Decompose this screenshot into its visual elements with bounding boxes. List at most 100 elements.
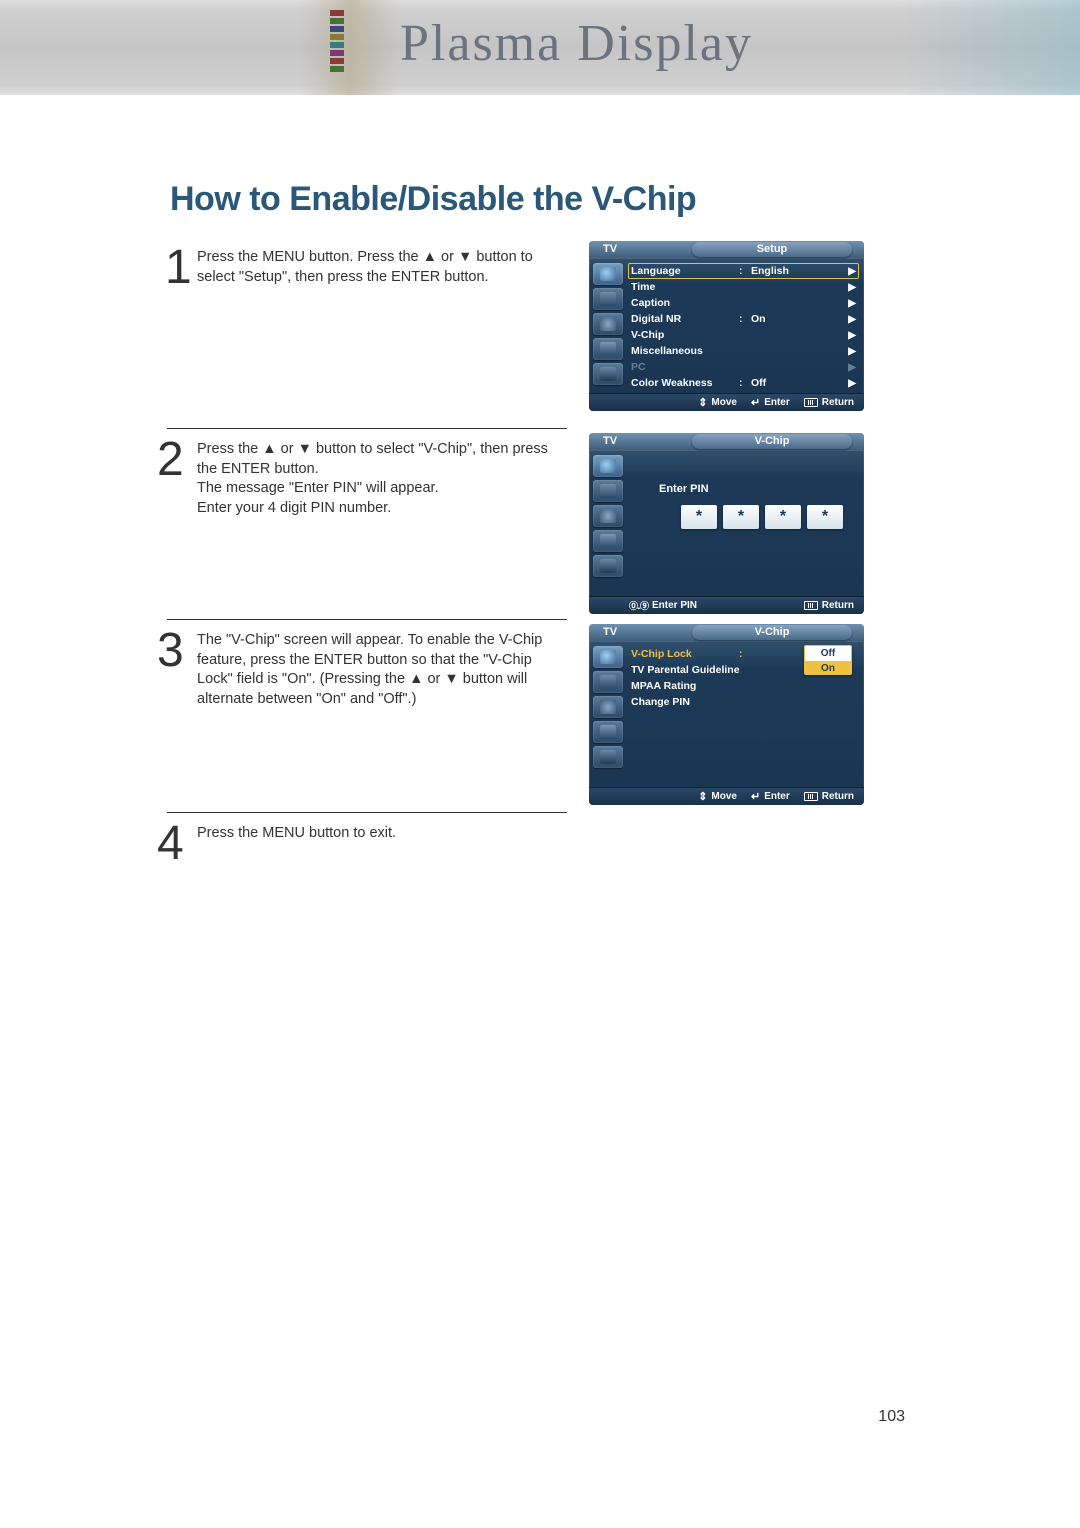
osd-row-colon: :	[739, 313, 751, 325]
osd-menu-row: PC▶	[631, 359, 856, 375]
osd-menu-row: V-Chip Lock:OffOn	[631, 646, 856, 662]
step-2-line-1: Press the ▲ or ▼ button to select "V-Chi…	[197, 440, 567, 479]
osd-menu-row: MPAA Rating	[631, 678, 856, 694]
rule-3	[167, 812, 567, 813]
osd-sidebar-icon	[593, 480, 623, 502]
osd-row-label: Caption	[631, 297, 739, 309]
osd-pin-footer: Enter PIN Return	[589, 596, 864, 614]
pin-digit: *	[723, 505, 759, 529]
osd-sidebar-icon	[593, 746, 623, 768]
caret-right-icon: ▶	[846, 266, 856, 277]
banner-accent-right	[900, 0, 1080, 95]
osd-menu-row: Miscellaneous ▶	[631, 343, 856, 359]
osd-enter-pin: TV V-Chip Enter PIN * * * * Enter PIN Re…	[589, 433, 864, 614]
enter-icon	[751, 790, 760, 803]
page-number: 103	[878, 1408, 905, 1426]
osd-sidebar-icon	[593, 555, 623, 577]
caret-right-icon: ▶	[846, 346, 856, 357]
osd-sidebar-icon	[593, 363, 623, 385]
step-2-number: 2	[157, 432, 184, 487]
pin-digit: *	[765, 505, 801, 529]
header-banner: Plasma Display	[0, 0, 1080, 95]
osd-vchip-footer: Move Enter Return	[589, 787, 864, 805]
osd-row-label: Color Weakness	[631, 377, 739, 389]
osd-setup-header: TV Setup	[589, 241, 864, 259]
osd-menu-row: TV Parental Guidelines	[631, 662, 856, 678]
pin-digit: *	[681, 505, 717, 529]
footer-move: Move	[698, 396, 737, 409]
osd-sidebar-icon	[593, 721, 623, 743]
rule-1	[167, 428, 567, 429]
osd-setup: TV Setup Language:English▶ Time ▶ Caption ▶ D…	[589, 241, 864, 411]
step-3-text: The "V-Chip" screen will appear. To enab…	[197, 631, 567, 709]
step-2-line-3: Enter your 4 digit PIN number.	[197, 499, 567, 519]
osd-menu-row: Time ▶	[631, 279, 856, 295]
osd-sidebar-icon	[593, 338, 623, 360]
footer-enter: Enter	[751, 790, 790, 803]
osd-row-value: On	[751, 313, 846, 325]
caret-right-icon: ▶	[846, 362, 856, 373]
step-1-paragraph: Press the MENU button. Press the ▲ or ▼ …	[197, 248, 567, 287]
step-4-text: Press the MENU button to exit.	[197, 824, 567, 844]
osd-sidebar-icon	[593, 455, 623, 477]
step-4: 4 Press the MENU button to exit.	[167, 824, 567, 844]
osd-menu-row: Change PIN	[631, 694, 856, 710]
footer-return: Return	[804, 791, 854, 802]
caret-right-icon: ▶	[846, 298, 856, 309]
osd-row-label: Language	[631, 265, 739, 277]
osd-sidebar	[589, 259, 627, 393]
footer-enter-pin-label: Enter PIN	[652, 600, 697, 611]
step-3-number: 3	[157, 623, 184, 678]
osd-vchip-header: TV V-Chip	[589, 624, 864, 642]
footer-move-label: Move	[711, 791, 737, 802]
banner-accent	[300, 0, 400, 95]
step-1: 1 Press the MENU button. Press the ▲ or …	[167, 248, 567, 287]
pin-digit: *	[807, 505, 843, 529]
rule-2	[167, 619, 567, 620]
footer-enter-label: Enter	[764, 397, 790, 408]
osd-setup-body: Language:English▶ Time ▶ Caption ▶ Digital NR…	[589, 259, 864, 393]
footer-return-label: Return	[822, 600, 854, 611]
osd-sidebar	[589, 642, 627, 787]
pin-prompt: Enter PIN	[659, 483, 856, 495]
osd-tv-label: TV	[603, 243, 617, 255]
osd-row-label: TV Parental Guidelines	[631, 664, 739, 676]
osd-vchip-body: V-Chip Lock:OffOn TV Parental Guidelines M…	[589, 642, 864, 787]
number-icon	[629, 599, 648, 612]
footer-enter-label: Enter	[764, 791, 790, 802]
footer-return: Return	[804, 397, 854, 408]
osd-tv-label: TV	[603, 435, 617, 447]
footer-move-label: Move	[711, 397, 737, 408]
osd-row-label: Change PIN	[631, 696, 739, 708]
osd-row-label: V-Chip	[631, 329, 739, 341]
return-icon	[804, 792, 818, 801]
osd-row-label: Miscellaneous	[631, 345, 739, 357]
osd-sidebar-icon	[593, 288, 623, 310]
move-icon	[698, 396, 707, 409]
footer-return-label: Return	[822, 397, 854, 408]
osd-row-label: Time	[631, 281, 739, 293]
caret-right-icon: ▶	[846, 330, 856, 341]
banner-title: Plasma Display	[400, 14, 753, 73]
footer-return: Return	[804, 600, 854, 611]
osd-sidebar-icon	[593, 530, 623, 552]
step-4-paragraph: Press the MENU button to exit.	[197, 824, 567, 844]
osd-sidebar-icon	[593, 696, 623, 718]
footer-return-label: Return	[822, 791, 854, 802]
banner-color-bars	[330, 10, 344, 85]
osd-sidebar-icon	[593, 263, 623, 285]
osd-vchip-title: V-Chip	[692, 625, 852, 640]
osd-menu-row: Language:English▶	[628, 263, 859, 279]
osd-row-label: MPAA Rating	[631, 680, 739, 692]
step-1-number: 1	[165, 240, 192, 295]
osd-row-colon: :	[739, 377, 751, 389]
footer-enter: Enter	[751, 396, 790, 409]
osd-sidebar	[589, 451, 627, 596]
return-icon	[804, 398, 818, 407]
step-3: 3 The "V-Chip" screen will appear. To en…	[167, 631, 567, 709]
osd-pin-header: TV V-Chip	[589, 433, 864, 451]
enter-icon	[751, 396, 760, 409]
pin-boxes: * * * *	[681, 505, 856, 529]
osd-menu-row: Digital NR:On▶	[631, 311, 856, 327]
caret-right-icon: ▶	[846, 282, 856, 293]
